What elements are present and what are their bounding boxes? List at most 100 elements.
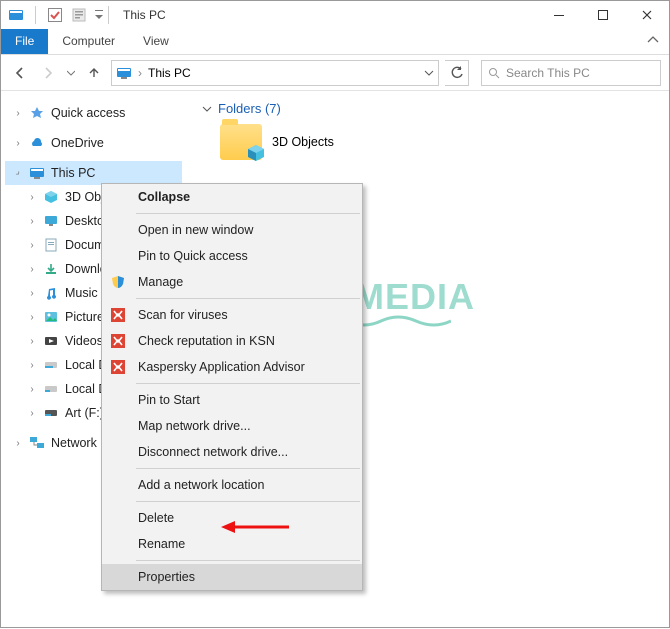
cube-icon <box>43 189 59 205</box>
close-button[interactable] <box>625 1 669 29</box>
address-chevron-icon[interactable]: › <box>138 66 142 80</box>
music-icon <box>43 285 59 301</box>
ctx-map-drive[interactable]: Map network drive... <box>102 413 362 439</box>
ctx-add-network-location[interactable]: Add a network location <box>102 472 362 498</box>
kaspersky-icon <box>110 307 126 323</box>
window-controls <box>537 1 669 29</box>
group-label: Folders (7) <box>218 101 281 116</box>
folders-group-header[interactable]: Folders (7) <box>202 101 653 116</box>
drive-icon <box>43 357 59 373</box>
chevron-right-icon[interactable]: › <box>27 264 37 275</box>
address-bar[interactable]: › This PC <box>111 60 439 86</box>
nav-label: Quick access <box>51 106 125 120</box>
chevron-down-icon[interactable] <box>202 104 212 114</box>
kaspersky-icon <box>110 333 126 349</box>
video-icon <box>43 333 59 349</box>
context-menu: Collapse Open in new window Pin to Quick… <box>101 183 363 591</box>
chevron-right-icon[interactable]: › <box>27 216 37 227</box>
nav-label: Network <box>51 436 97 450</box>
search-placeholder: Search This PC <box>506 66 590 80</box>
chevron-right-icon[interactable]: › <box>27 336 37 347</box>
folder-item-3d-objects[interactable]: 3D Objects <box>220 124 653 160</box>
ctx-collapse[interactable]: Collapse <box>102 184 362 210</box>
qat-properties-icon[interactable] <box>70 6 88 24</box>
qat-checkbox-icon[interactable] <box>46 6 64 24</box>
folder-label: 3D Objects <box>272 135 334 149</box>
nav-label: Art (F:) <box>65 406 104 420</box>
minimize-button[interactable] <box>537 1 581 29</box>
tab-computer[interactable]: Computer <box>48 29 129 54</box>
ctx-separator <box>136 298 360 299</box>
chevron-right-icon[interactable]: › <box>13 108 23 119</box>
chevron-right-icon[interactable]: › <box>27 288 37 299</box>
search-box[interactable]: Search This PC <box>481 60 661 86</box>
search-icon <box>488 67 500 79</box>
up-button[interactable] <box>83 62 105 84</box>
address-text: This PC <box>148 66 191 80</box>
chevron-right-icon[interactable]: › <box>13 138 23 149</box>
drive-icon <box>43 381 59 397</box>
qat-dropdown-icon[interactable] <box>94 6 104 24</box>
window-title: This PC <box>123 8 166 22</box>
ctx-properties[interactable]: Properties <box>102 564 362 590</box>
chevron-right-icon[interactable]: › <box>27 384 37 395</box>
qat-separator <box>35 6 36 24</box>
this-pc-icon <box>116 66 132 80</box>
tab-view[interactable]: View <box>129 29 183 54</box>
ribbon-toggle-icon[interactable] <box>637 29 669 54</box>
maximize-button[interactable] <box>581 1 625 29</box>
ctx-separator <box>136 468 360 469</box>
ctx-separator <box>136 383 360 384</box>
document-icon <box>43 237 59 253</box>
forward-button[interactable] <box>37 62 59 84</box>
ctx-kaspersky-advisor[interactable]: Kaspersky Application Advisor <box>102 354 362 380</box>
kaspersky-icon <box>110 359 126 375</box>
ctx-separator <box>136 560 360 561</box>
navigation-bar: › This PC Search This PC <box>1 55 669 91</box>
app-icon <box>7 6 25 24</box>
ctx-manage[interactable]: Manage <box>102 269 362 295</box>
nav-this-pc[interactable]: › This PC <box>5 161 182 185</box>
nav-label: Music <box>65 286 98 300</box>
ctx-pin-quick-access[interactable]: Pin to Quick access <box>102 243 362 269</box>
folder-icon <box>220 124 262 160</box>
picture-icon <box>43 309 59 325</box>
chevron-right-icon[interactable]: › <box>27 192 37 203</box>
nav-label: Videos <box>65 334 103 348</box>
star-icon <box>29 105 45 121</box>
chevron-down-icon[interactable]: › <box>11 166 26 181</box>
refresh-button[interactable] <box>445 60 469 86</box>
pc-icon <box>29 165 45 181</box>
shield-icon <box>110 274 126 290</box>
cloud-icon <box>29 135 45 151</box>
network-icon <box>29 435 45 451</box>
chevron-right-icon[interactable]: › <box>27 312 37 323</box>
address-dropdown-icon[interactable] <box>424 68 434 78</box>
nav-quick-access[interactable]: › Quick access <box>5 101 182 125</box>
title-separator <box>108 6 109 24</box>
back-button[interactable] <box>9 62 31 84</box>
drive-icon <box>43 405 59 421</box>
ctx-scan-viruses[interactable]: Scan for viruses <box>102 302 362 328</box>
nav-label: OneDrive <box>51 136 104 150</box>
download-icon <box>43 261 59 277</box>
ribbon-tabs: File Computer View <box>1 29 669 55</box>
ctx-check-ksn[interactable]: Check reputation in KSN <box>102 328 362 354</box>
ctx-disconnect-drive[interactable]: Disconnect network drive... <box>102 439 362 465</box>
chevron-right-icon[interactable]: › <box>13 438 23 449</box>
ctx-pin-start[interactable]: Pin to Start <box>102 387 362 413</box>
desktop-icon <box>43 213 59 229</box>
recent-dropdown-icon[interactable] <box>65 62 77 84</box>
ctx-separator <box>136 213 360 214</box>
file-tab[interactable]: File <box>1 29 48 54</box>
ctx-rename[interactable]: Rename <box>102 531 362 557</box>
nav-onedrive[interactable]: › OneDrive <box>5 131 182 155</box>
chevron-right-icon[interactable]: › <box>27 240 37 251</box>
quick-access-toolbar <box>7 6 104 24</box>
chevron-right-icon[interactable]: › <box>27 360 37 371</box>
ctx-open-new-window[interactable]: Open in new window <box>102 217 362 243</box>
chevron-right-icon[interactable]: › <box>27 408 37 419</box>
nav-label: This PC <box>51 166 95 180</box>
title-bar: This PC <box>1 1 669 29</box>
ctx-delete[interactable]: Delete <box>102 505 362 531</box>
